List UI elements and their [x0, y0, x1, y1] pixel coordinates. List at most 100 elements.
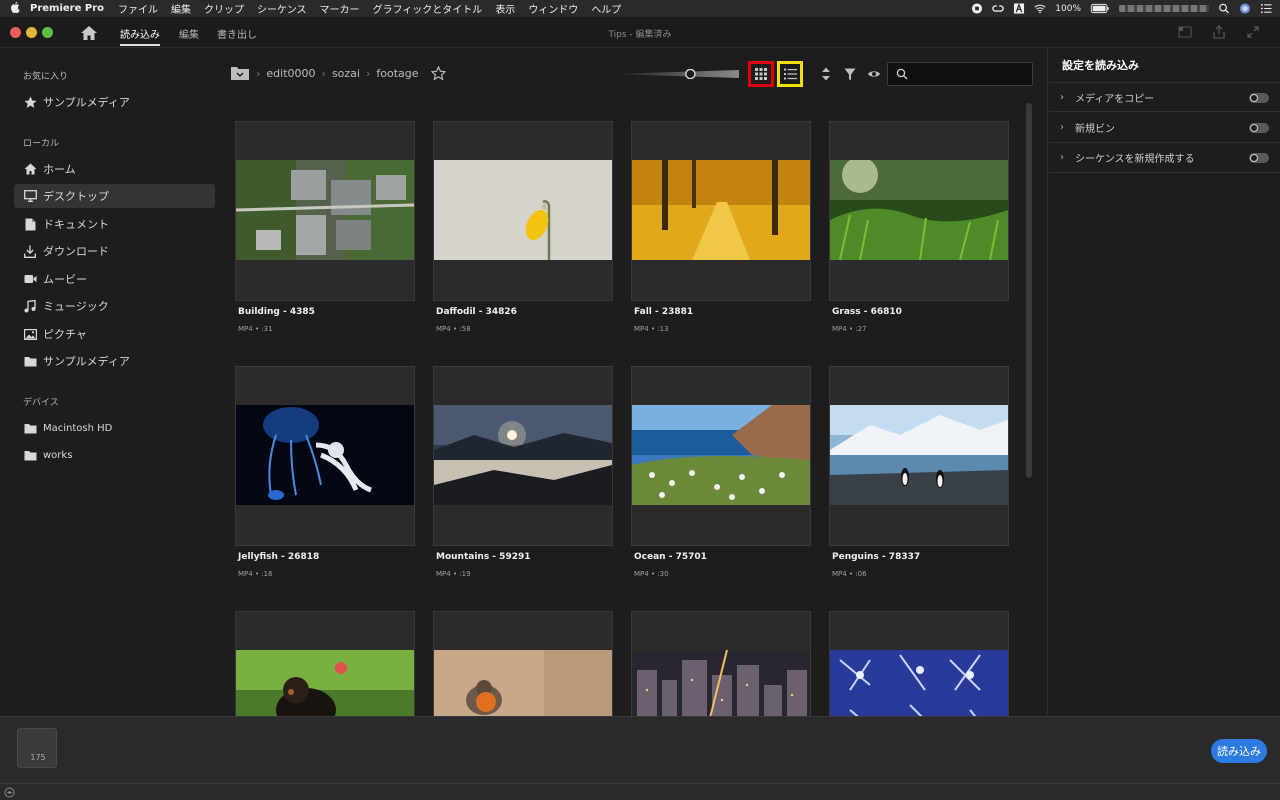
- browser-scrollbar[interactable]: [1026, 103, 1032, 478]
- media-thumbnail[interactable]: [829, 121, 1009, 301]
- menu-window[interactable]: ウィンドウ: [528, 1, 578, 16]
- media-thumbnail[interactable]: [433, 611, 613, 716]
- list-icon: [783, 68, 797, 80]
- sidebar-item-label: ダウンロード: [43, 245, 109, 258]
- thumbnail-image: [830, 160, 1008, 260]
- menu-file[interactable]: ファイル: [118, 1, 158, 16]
- media-thumbnail[interactable]: [631, 366, 811, 546]
- workspace-icon[interactable]: [1178, 25, 1192, 39]
- sidebar-item-label: ドキュメント: [43, 218, 109, 231]
- new-sequence-toggle[interactable]: [1249, 153, 1269, 163]
- media-name: Fall - 23881: [634, 307, 694, 317]
- menu-graphics[interactable]: グラフィックとタイトル: [373, 1, 483, 16]
- settings-title: 設定を読み込み: [1062, 59, 1139, 72]
- favorite-star-icon[interactable]: [430, 65, 446, 81]
- setting-new-bin[interactable]: › 新規ビン: [1049, 113, 1280, 143]
- sidebar-item-movies[interactable]: ムービー: [14, 267, 215, 291]
- menu-edit[interactable]: 編集: [171, 1, 191, 16]
- window-title: Tips - 編集済み: [608, 30, 672, 40]
- picture-icon: [23, 327, 37, 341]
- folder-icon: [23, 354, 37, 368]
- setting-copy-media[interactable]: › メディアをコピー: [1049, 82, 1280, 112]
- share-icon[interactable]: [1212, 25, 1226, 39]
- search-input[interactable]: [912, 66, 1027, 82]
- sidebar-item-documents[interactable]: ドキュメント: [14, 212, 215, 236]
- media-thumbnail[interactable]: [631, 611, 811, 716]
- import-button[interactable]: 読み込み: [1211, 739, 1267, 763]
- record-icon[interactable]: [971, 3, 983, 14]
- menu-help[interactable]: ヘルプ: [591, 1, 621, 16]
- thumbnail-image: [632, 160, 810, 260]
- apple-icon[interactable]: [0, 1, 30, 16]
- selection-stack[interactable]: 175: [17, 728, 57, 768]
- breadcrumb-item[interactable]: edit0000: [266, 67, 315, 80]
- media-meta: MP4 • :58: [436, 325, 471, 333]
- status-icon[interactable]: [4, 787, 15, 798]
- search-icon[interactable]: [1218, 3, 1230, 14]
- media-meta: MP4 • :31: [238, 325, 273, 333]
- menu-marker[interactable]: マーカー: [320, 1, 360, 16]
- control-center-icon[interactable]: [1260, 3, 1272, 14]
- siri-icon[interactable]: [1239, 3, 1251, 14]
- sidebar-item-favorite-sample-media[interactable]: サンプルメディア: [14, 90, 215, 114]
- sidebar-item-music[interactable]: ミュージック: [14, 294, 215, 318]
- view-options-button[interactable]: [861, 61, 887, 87]
- setting-new-sequence[interactable]: › シーケンスを新規作成する: [1049, 143, 1280, 173]
- document-icon: [23, 217, 37, 231]
- sidebar-item-label: ピクチャ: [43, 328, 87, 341]
- media-name: Jellyfish - 26818: [238, 552, 320, 562]
- folder-dropdown-icon[interactable]: [230, 65, 250, 81]
- local-section-title: ローカル: [23, 139, 60, 149]
- media-thumbnail[interactable]: [631, 121, 811, 301]
- grid-view-button[interactable]: [748, 61, 774, 87]
- sort-icon: [822, 67, 830, 81]
- app-menu[interactable]: Premiere Pro: [30, 3, 104, 14]
- media-meta: MP4 • :13: [634, 325, 669, 333]
- chevron-right-icon: ›: [1060, 91, 1064, 103]
- menu-clip[interactable]: クリップ: [204, 1, 244, 16]
- sidebar-item-pictures[interactable]: ピクチャ: [14, 322, 215, 346]
- breadcrumb-item[interactable]: footage: [376, 67, 418, 80]
- setting-label: シーケンスを新規作成する: [1075, 154, 1195, 165]
- thumbnail-image: [434, 405, 612, 505]
- window-titlebar: 読み込み 編集 書き出し Tips - 編集済み: [0, 17, 1280, 48]
- sidebar-item-works[interactable]: works: [14, 443, 215, 467]
- breadcrumb: › edit0000 › sozai › footage: [230, 65, 446, 81]
- battery-icon[interactable]: [1090, 3, 1110, 14]
- media-search-field[interactable]: [887, 62, 1033, 86]
- media-thumbnail[interactable]: [829, 366, 1009, 546]
- folder-icon: [23, 448, 37, 462]
- media-thumbnail[interactable]: [433, 121, 613, 301]
- sidebar-item-downloads[interactable]: ダウンロード: [14, 239, 215, 263]
- thumbnail-size-slider[interactable]: [611, 69, 741, 79]
- active-tab-indicator: [120, 44, 160, 46]
- thumbnail-image: [236, 650, 414, 716]
- battery-percent: 100%: [1055, 3, 1081, 14]
- media-meta: MP4 • :19: [436, 570, 471, 578]
- media-thumbnail[interactable]: [235, 366, 415, 546]
- wifi-icon[interactable]: [1034, 3, 1046, 14]
- sort-button[interactable]: [813, 61, 839, 87]
- new-bin-toggle[interactable]: [1249, 123, 1269, 133]
- sidebar-item-macintosh-hd[interactable]: Macintosh HD: [14, 416, 215, 440]
- creative-cloud-icon[interactable]: [992, 3, 1004, 14]
- media-thumbnail[interactable]: [829, 611, 1009, 716]
- setting-label: メディアをコピー: [1075, 93, 1155, 105]
- adobe-icon[interactable]: [1013, 3, 1025, 14]
- filter-button[interactable]: [837, 61, 863, 87]
- menu-view[interactable]: 表示: [495, 1, 515, 16]
- sidebar-item-home[interactable]: ホーム: [14, 157, 215, 181]
- media-browser: › edit0000 › sozai › footage Building - …: [225, 48, 1047, 716]
- sidebar-item-desktop[interactable]: デスクトップ: [14, 184, 215, 208]
- breadcrumb-item[interactable]: sozai: [332, 67, 360, 80]
- media-thumbnail[interactable]: [235, 121, 415, 301]
- redacted-text: [1119, 5, 1209, 12]
- fullscreen-icon[interactable]: [1246, 25, 1260, 39]
- search-icon: [896, 68, 908, 80]
- sidebar-item-sample-media[interactable]: サンプルメディア: [14, 349, 215, 373]
- menu-sequence[interactable]: シーケンス: [257, 1, 307, 16]
- list-view-button[interactable]: [777, 61, 803, 87]
- copy-media-toggle[interactable]: [1249, 93, 1269, 103]
- media-thumbnail[interactable]: [433, 366, 613, 546]
- media-thumbnail[interactable]: [235, 611, 415, 716]
